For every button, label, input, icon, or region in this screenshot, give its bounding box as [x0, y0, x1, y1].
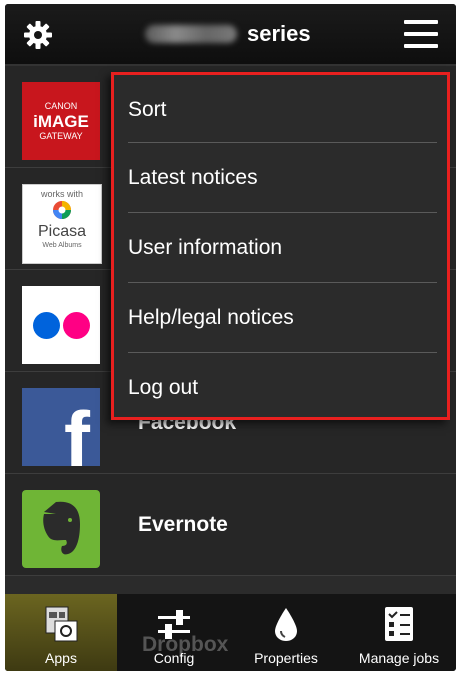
logo-text: Web Albums	[42, 242, 82, 249]
bottom-tab-bar: Apps Config Properties Manage jobs	[5, 594, 456, 671]
dropdown-menu: Sort Latest notices User information Hel…	[111, 72, 450, 420]
top-bar: series	[5, 4, 456, 66]
tab-label: Config	[153, 650, 195, 666]
title-suffix: series	[247, 21, 311, 46]
app-screen: series CANON iMAGE GATEWAY works with Pi…	[5, 4, 456, 671]
facebook-f-letter: f	[64, 394, 90, 466]
logo-text: GATEWAY	[39, 130, 83, 141]
job-list-icon	[385, 607, 413, 641]
logo-text: Picasa	[37, 223, 87, 240]
canon-image-gateway-logo: CANON iMAGE GATEWAY	[22, 82, 100, 160]
menu-item-log-out[interactable]: Log out	[128, 353, 437, 423]
menu-item-sort[interactable]: Sort	[128, 75, 437, 145]
tab-label: Manage jobs	[358, 650, 440, 666]
tab-apps[interactable]: Apps	[5, 594, 117, 671]
gear-icon[interactable]	[23, 20, 53, 50]
printer-title: series	[145, 18, 311, 50]
menu-button[interactable]	[404, 20, 438, 48]
menu-item-help-legal-notices[interactable]: Help/legal notices	[128, 283, 437, 353]
logo-text: works with	[40, 189, 83, 199]
tab-label: Apps	[45, 650, 77, 666]
picasa-pinwheel-icon	[53, 201, 71, 219]
flickr-blue-dot	[32, 311, 60, 339]
evernote-logo	[22, 490, 100, 568]
picasa-logo: works with Picasa Web Albums	[22, 184, 102, 264]
facebook-logo: f	[22, 388, 100, 466]
menu-item-user-information[interactable]: User information	[128, 213, 437, 283]
flickr-pink-dot	[62, 311, 90, 339]
logo-text: iMAGE	[33, 111, 89, 131]
app-row-evernote[interactable]: Evernote	[5, 474, 456, 576]
menu-item-latest-notices[interactable]: Latest notices	[128, 143, 437, 213]
tab-manage-jobs[interactable]: Manage jobs	[343, 594, 455, 671]
flickr-logo	[22, 286, 100, 364]
ink-drop-icon	[275, 608, 297, 641]
apps-icon	[45, 606, 78, 642]
tab-properties[interactable]: Properties	[230, 594, 342, 671]
blurred-model-name	[145, 25, 237, 43]
evernote-elephant-icon	[43, 501, 80, 555]
logo-text: CANON	[44, 100, 78, 111]
app-name: Evernote	[138, 512, 228, 536]
tab-label: Properties	[254, 650, 318, 666]
